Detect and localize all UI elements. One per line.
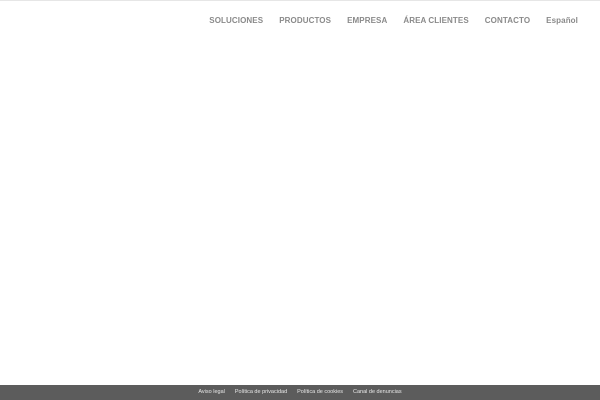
footer-link-privacidad[interactable]: Política de privacidad bbox=[235, 389, 287, 396]
footer-link-aviso-legal[interactable]: Aviso legal bbox=[198, 389, 225, 396]
footer-link-denuncias[interactable]: Canal de denuncias bbox=[353, 389, 402, 396]
language-selector[interactable]: Español bbox=[546, 16, 578, 26]
site-header: SOLUCIONES PRODUCTOS EMPRESA ÁREA CLIENT… bbox=[0, 0, 600, 42]
nav-item-productos[interactable]: PRODUCTOS bbox=[279, 16, 331, 26]
nav-item-empresa[interactable]: EMPRESA bbox=[347, 16, 387, 26]
nav-item-soluciones[interactable]: SOLUCIONES bbox=[209, 16, 263, 26]
main-nav: SOLUCIONES PRODUCTOS EMPRESA ÁREA CLIENT… bbox=[209, 16, 578, 26]
page: SOLUCIONES PRODUCTOS EMPRESA ÁREA CLIENT… bbox=[0, 0, 600, 400]
nav-item-area-clientes[interactable]: ÁREA CLIENTES bbox=[403, 16, 468, 26]
main-content bbox=[0, 42, 600, 385]
nav-item-contacto[interactable]: CONTACTO bbox=[485, 16, 530, 26]
site-footer: Aviso legal Política de privacidad Polít… bbox=[0, 385, 600, 400]
footer-link-cookies[interactable]: Política de cookies bbox=[297, 389, 343, 396]
